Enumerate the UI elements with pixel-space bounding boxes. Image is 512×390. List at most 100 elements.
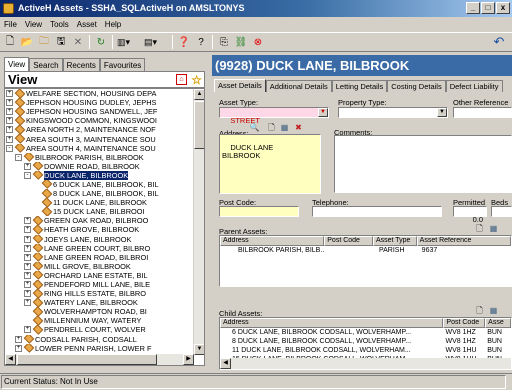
expand-icon[interactable]: +	[24, 253, 31, 261]
postcode-input[interactable]	[219, 206, 299, 217]
expand-icon[interactable]: +	[6, 135, 13, 143]
tab-search[interactable]: Search	[29, 58, 63, 71]
tree-vertical-scrollbar[interactable]: ▲ ▼	[193, 89, 204, 355]
chevron-down-icon[interactable]: ▼	[318, 108, 328, 117]
table-row[interactable]: 6 DUCK LANE, BILBROOK CODSALL, WOLVERHAM…	[220, 328, 511, 337]
undo-icon[interactable]: ↶	[492, 34, 506, 49]
layout-dropdown-icon[interactable]: ▤▾	[144, 35, 168, 49]
table-row[interactable]: BILBROOK PARISH, BILB... PARISH 9637	[220, 246, 511, 255]
address-field[interactable]: DUCK LANE BILBROOK	[219, 134, 321, 194]
scroll-right-icon[interactable]: ▶	[183, 354, 194, 365]
expand-icon[interactable]: +	[6, 126, 13, 134]
save-icon[interactable]: 🖫	[54, 35, 68, 49]
menu-view[interactable]: View	[25, 17, 42, 32]
tree-item[interactable]: + JOEYS LANE, BILBROOK	[5, 235, 194, 244]
refresh-icon[interactable]: ↻	[94, 35, 108, 49]
cancel-icon[interactable]: ⊗	[251, 35, 265, 49]
tree-item[interactable]: 8 DUCK LANE, BILBROOK, BIL	[5, 189, 194, 198]
tab-favourites[interactable]: Favourites	[99, 58, 146, 71]
tree-item[interactable]: - BILBROOK PARISH, BILBROOK	[5, 153, 194, 162]
collapse-icon[interactable]: -	[24, 171, 31, 179]
maximize-button[interactable]: □	[481, 2, 495, 14]
tree-item[interactable]: + DOWNIE ROAD, BILBROOK	[5, 162, 194, 171]
menu-file[interactable]: File	[4, 17, 17, 32]
collapse-icon[interactable]: -	[6, 144, 13, 152]
link-icon[interactable]: ⛓	[234, 35, 248, 49]
chevron-down-icon[interactable]: ▼	[437, 108, 447, 117]
tree-item[interactable]: + ORCHARD LANE ESTATE, BIL	[5, 271, 194, 280]
expand-icon[interactable]: +	[6, 90, 13, 98]
edit-child-icon[interactable]: ▦	[488, 306, 499, 316]
scroll-up-icon[interactable]: ▲	[194, 89, 204, 100]
expand-icon[interactable]: +	[24, 326, 31, 334]
tree-item[interactable]: WOLVERHAMPTON ROAD, BI	[5, 307, 194, 316]
edit-parent-icon[interactable]: ▦	[488, 224, 499, 234]
expand-icon[interactable]: +	[24, 271, 31, 279]
asset-type-select[interactable]: STREET ▼	[219, 107, 329, 124]
col-asset-reference[interactable]: Asset Reference	[416, 236, 511, 246]
tab-asset-details[interactable]: Asset Details	[214, 79, 266, 92]
remove-address-icon[interactable]: ✖	[293, 123, 304, 133]
expand-icon[interactable]: +	[24, 290, 31, 298]
tree-item[interactable]: + LANE GREEN COURT, BILBRO	[5, 244, 194, 253]
property-type-select[interactable]: ▼	[338, 107, 448, 118]
tree-item[interactable]: 6 DUCK LANE, BILBROOK, BIL	[5, 180, 194, 189]
view-dropdown-icon[interactable]: ▥▾	[117, 35, 141, 49]
col-address[interactable]: Address	[220, 318, 444, 328]
tree-item[interactable]: + HEATH GROVE, BILBROOK	[5, 225, 194, 234]
tree-item[interactable]: + JEPHSON HOUSING SANDWELL, JEF	[5, 107, 194, 116]
close-button[interactable]: x	[496, 2, 510, 14]
expand-icon[interactable]: +	[6, 108, 13, 116]
tree-item[interactable]: + WATERY LANE, BILBROOK	[5, 298, 194, 307]
other-reference-input[interactable]	[453, 107, 512, 118]
permitted-input[interactable]: 0.0	[453, 206, 487, 223]
menu-tools[interactable]: Tools	[50, 17, 69, 32]
tree-item[interactable]: - DUCK LANE, BILBROOK	[5, 170, 194, 180]
search-address-icon[interactable]: 🔍	[249, 123, 260, 133]
expand-icon[interactable]: +	[24, 162, 31, 170]
scroll-left-icon[interactable]: ◀	[5, 354, 16, 365]
scroll-left-icon[interactable]: ◀	[220, 358, 231, 369]
menu-help[interactable]: Help	[105, 17, 121, 32]
expand-icon[interactable]: +	[24, 281, 31, 289]
whats-this-icon[interactable]: ?	[194, 35, 208, 49]
col-postcode[interactable]: Post Code	[324, 236, 373, 246]
col-postcode[interactable]: Post Code	[443, 318, 486, 328]
tree-item[interactable]: + RING HILLS ESTATE, BILBRO	[5, 289, 194, 298]
tab-letting-details[interactable]: Letting Details	[331, 80, 388, 92]
expand-icon[interactable]: +	[15, 335, 22, 343]
tab-view[interactable]: View	[4, 57, 30, 71]
tree-item[interactable]: + PENDRELL COURT, WOLVER	[5, 325, 194, 334]
tree-item[interactable]: 15 DUCK LANE, BILBROOI	[5, 207, 194, 216]
expand-icon[interactable]: +	[6, 117, 13, 125]
child-hscrollbar[interactable]: ◀	[220, 358, 511, 369]
open-folder-icon[interactable]: 📂	[20, 35, 34, 49]
expand-icon[interactable]: +	[24, 217, 31, 225]
tab-additional-details[interactable]: Additional Details	[265, 80, 332, 92]
tree-item[interactable]: + AREA NORTH 2, MAINTENANCE NOF	[5, 125, 194, 134]
col-asset[interactable]: Asse	[485, 318, 511, 328]
tree-horizontal-scrollbar[interactable]: ◀ ▶	[5, 354, 194, 365]
tree-item[interactable]: + PENDEFORD MILL LANE, BILE	[5, 280, 194, 289]
copy-icon[interactable]: ⎘	[217, 35, 231, 49]
col-asset-type[interactable]: Asset Type	[372, 236, 417, 246]
new-folder-icon[interactable]: 🗀	[37, 35, 51, 49]
favourite-star-icon[interactable]: ☆	[191, 73, 202, 88]
tree-item[interactable]: 11 DUCK LANE, BILBROOK	[5, 198, 194, 207]
tree-item[interactable]: MILLENNIUM WAY, WATERY	[5, 316, 194, 325]
tree-item[interactable]: - AREA SOUTH 4, MAINTENANCE SOU	[5, 144, 194, 153]
hscroll-thumb[interactable]	[17, 354, 157, 365]
edit-address-icon[interactable]: ▦	[279, 123, 290, 133]
tree-item[interactable]: + CODSALL PARISH, CODSALL	[5, 335, 194, 344]
tab-recents[interactable]: Recents	[62, 58, 100, 71]
expand-icon[interactable]: +	[24, 226, 31, 234]
tree-item[interactable]: + GREEN OAK ROAD, BILBROO	[5, 216, 194, 225]
telephone-input[interactable]	[312, 206, 442, 217]
minimize-button[interactable]: _	[466, 2, 480, 14]
collapse-icon[interactable]: -	[15, 153, 22, 161]
expand-icon[interactable]: +	[24, 235, 31, 243]
beds-input[interactable]	[491, 206, 512, 217]
tree-item[interactable]: + LOWER PENN PARISH, LOWER F	[5, 344, 194, 353]
tab-defect-liability[interactable]: Defect Liability	[445, 80, 503, 92]
comments-field[interactable]	[334, 135, 512, 193]
